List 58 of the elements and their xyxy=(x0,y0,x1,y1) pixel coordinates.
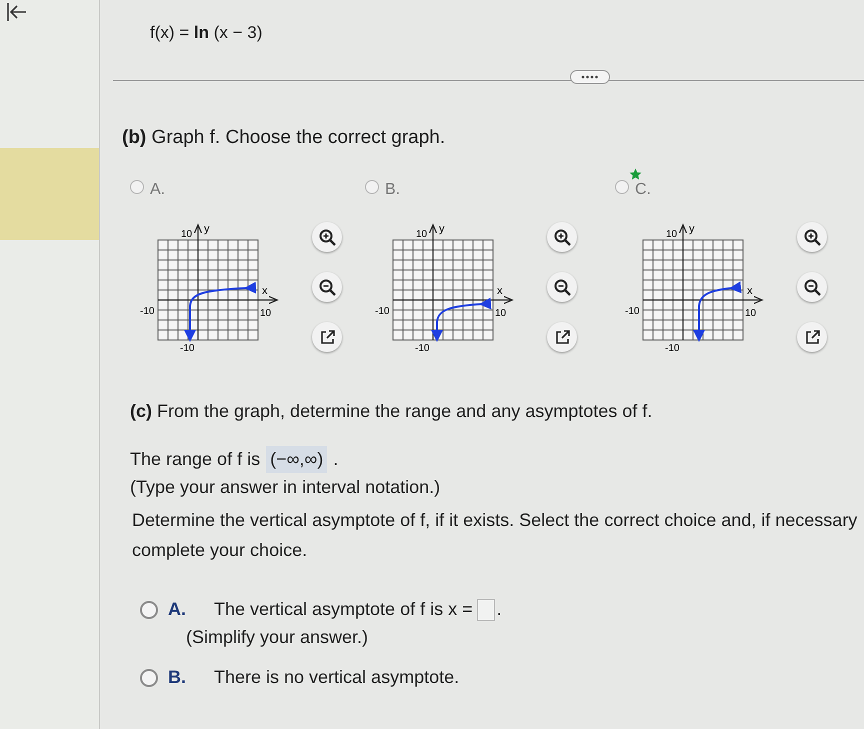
external-link-button[interactable] xyxy=(797,322,827,352)
zoom-out-button[interactable] xyxy=(797,272,827,302)
tick-label: -10 xyxy=(180,343,194,354)
tick-label: 10 xyxy=(745,308,756,319)
zoom-in-icon xyxy=(552,227,572,247)
more-icon[interactable] xyxy=(570,70,610,84)
radio-button[interactable] xyxy=(130,180,144,194)
axis-label: x xyxy=(747,285,752,297)
zoom-in-button[interactable] xyxy=(797,222,827,252)
axis-label: y xyxy=(204,223,210,235)
period-text: . xyxy=(333,448,338,471)
choice-letter: A. xyxy=(168,598,187,621)
zoom-in-icon xyxy=(802,227,822,247)
option-letter: A. xyxy=(150,180,166,200)
option-letter: C. xyxy=(635,180,651,200)
tick-label: 10 xyxy=(416,229,428,240)
tick-label: -10 xyxy=(375,306,390,317)
axis-label: y xyxy=(439,223,444,235)
instruction-text: complete your choice. xyxy=(132,539,308,562)
function-formula: f(x) = ln (x − 3) xyxy=(150,22,262,44)
question-prompt: (c) From the graph, determine the range and any asymptotes of f. xyxy=(130,400,652,423)
tick-label: -10 xyxy=(140,306,154,317)
axis-label: x xyxy=(262,285,268,297)
external-link-button[interactable] xyxy=(547,322,577,352)
range-label: The range of f is xyxy=(130,448,260,471)
external-link-button[interactable] xyxy=(312,322,342,352)
axis-label: y xyxy=(689,223,694,235)
option-letter: B. xyxy=(385,180,400,200)
axis-label: x xyxy=(497,285,502,297)
radio-button[interactable] xyxy=(615,180,629,194)
zoom-in-button[interactable] xyxy=(312,222,342,252)
question-prompt: (b) Graph f. Choose the correct graph. xyxy=(122,126,446,150)
zoom-out-icon xyxy=(802,277,822,297)
period-text: . xyxy=(496,598,502,621)
tick-label: -10 xyxy=(415,343,430,354)
range-answer-field[interactable]: (−∞,∞) xyxy=(266,446,328,473)
zoom-in-icon xyxy=(317,227,337,247)
zoom-in-button[interactable] xyxy=(547,222,577,252)
zoom-out-button[interactable] xyxy=(312,272,342,302)
choice-text: There is no vertical asymptote. xyxy=(214,666,460,689)
instruction-text: Determine the vertical asymptote of f, if it exists. Select the correct choice and, if necessary xyxy=(132,509,858,532)
zoom-out-button[interactable] xyxy=(547,272,577,302)
back-arrow-icon[interactable] xyxy=(6,2,28,22)
radio-button[interactable] xyxy=(365,180,379,194)
zoom-out-icon xyxy=(552,277,572,297)
zoom-out-icon xyxy=(317,277,337,297)
tick-label: 10 xyxy=(260,308,272,319)
hint-text: (Simplify your answer.) xyxy=(186,626,368,649)
hint-text: (Type your answer in interval notation.) xyxy=(130,476,440,499)
choice-letter: B. xyxy=(168,666,187,689)
radio-button[interactable] xyxy=(140,600,158,618)
tick-label: -10 xyxy=(625,306,640,317)
radio-button[interactable] xyxy=(140,668,158,686)
tick-label: 10 xyxy=(495,308,506,319)
tick-label: 10 xyxy=(181,229,192,240)
choice-text: The vertical asymptote of f is x = xyxy=(214,598,473,621)
tick-label: -10 xyxy=(665,343,680,354)
tick-label: 10 xyxy=(666,229,678,240)
